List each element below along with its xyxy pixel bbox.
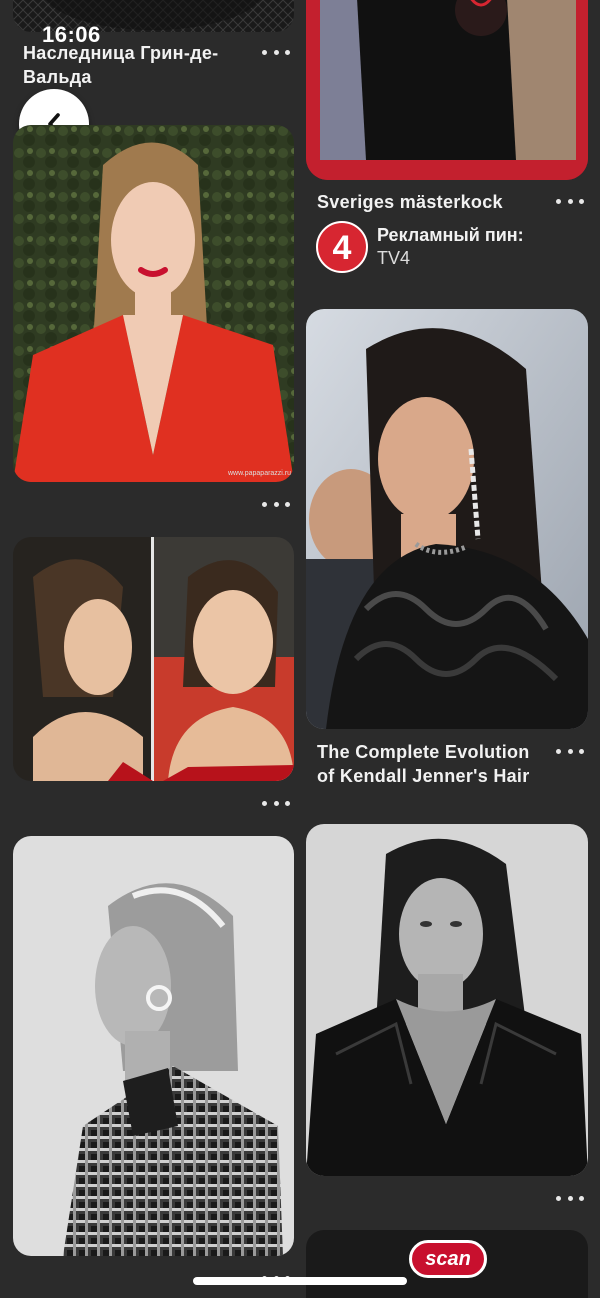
tv4-logo-text: 4 <box>333 229 352 267</box>
pin-title-sveriges-masterkock[interactable]: Sveriges mästerkock <box>317 190 537 214</box>
more-options-button[interactable] <box>262 795 290 811</box>
more-options-icon <box>556 198 561 204</box>
pin-image-bw-leather-jacket[interactable] <box>306 824 588 1176</box>
more-options-button[interactable] <box>556 193 584 209</box>
status-time: 16:06 <box>42 22 101 47</box>
scan-logo: scan <box>409 1240 487 1278</box>
pin-image-slick-bob[interactable] <box>13 537 294 781</box>
pin-image-sveriges-masterkock[interactable] <box>306 0 588 180</box>
pinterest-feed-screen: Наследница Грин-де-Вальда 16:06 Sveriges… <box>0 0 600 1298</box>
pin-image-bw-plaid-blazer[interactable] <box>13 836 294 1256</box>
more-options-icon <box>262 49 267 55</box>
more-options-icon <box>262 800 267 806</box>
more-options-icon <box>556 1195 561 1201</box>
more-options-icon <box>262 501 267 507</box>
more-options-button[interactable] <box>262 496 290 512</box>
watermark: www.papaparazzi.ru <box>227 470 291 477</box>
more-options-button[interactable] <box>556 1190 584 1206</box>
home-indicator[interactable] <box>193 1277 407 1285</box>
more-options-button[interactable] <box>556 743 584 759</box>
promoted-pin-label: Рекламный пин: <box>377 225 524 245</box>
pin-title-top-left[interactable]: Наследница Грин-де-Вальда <box>23 41 253 89</box>
more-options-button[interactable] <box>262 44 290 60</box>
pin-image-red-blazer[interactable]: www.papaparazzi.ru <box>13 125 294 482</box>
more-options-icon <box>556 748 561 754</box>
promoted-pin-advertiser[interactable]: TV4 <box>377 247 410 270</box>
tv4-logo[interactable]: 4 <box>316 221 368 273</box>
pin-title-kendall-jenner[interactable]: The Complete Evolution of Kendall Jenner… <box>317 740 549 788</box>
pin-image-kendall-jenner[interactable] <box>306 309 588 729</box>
